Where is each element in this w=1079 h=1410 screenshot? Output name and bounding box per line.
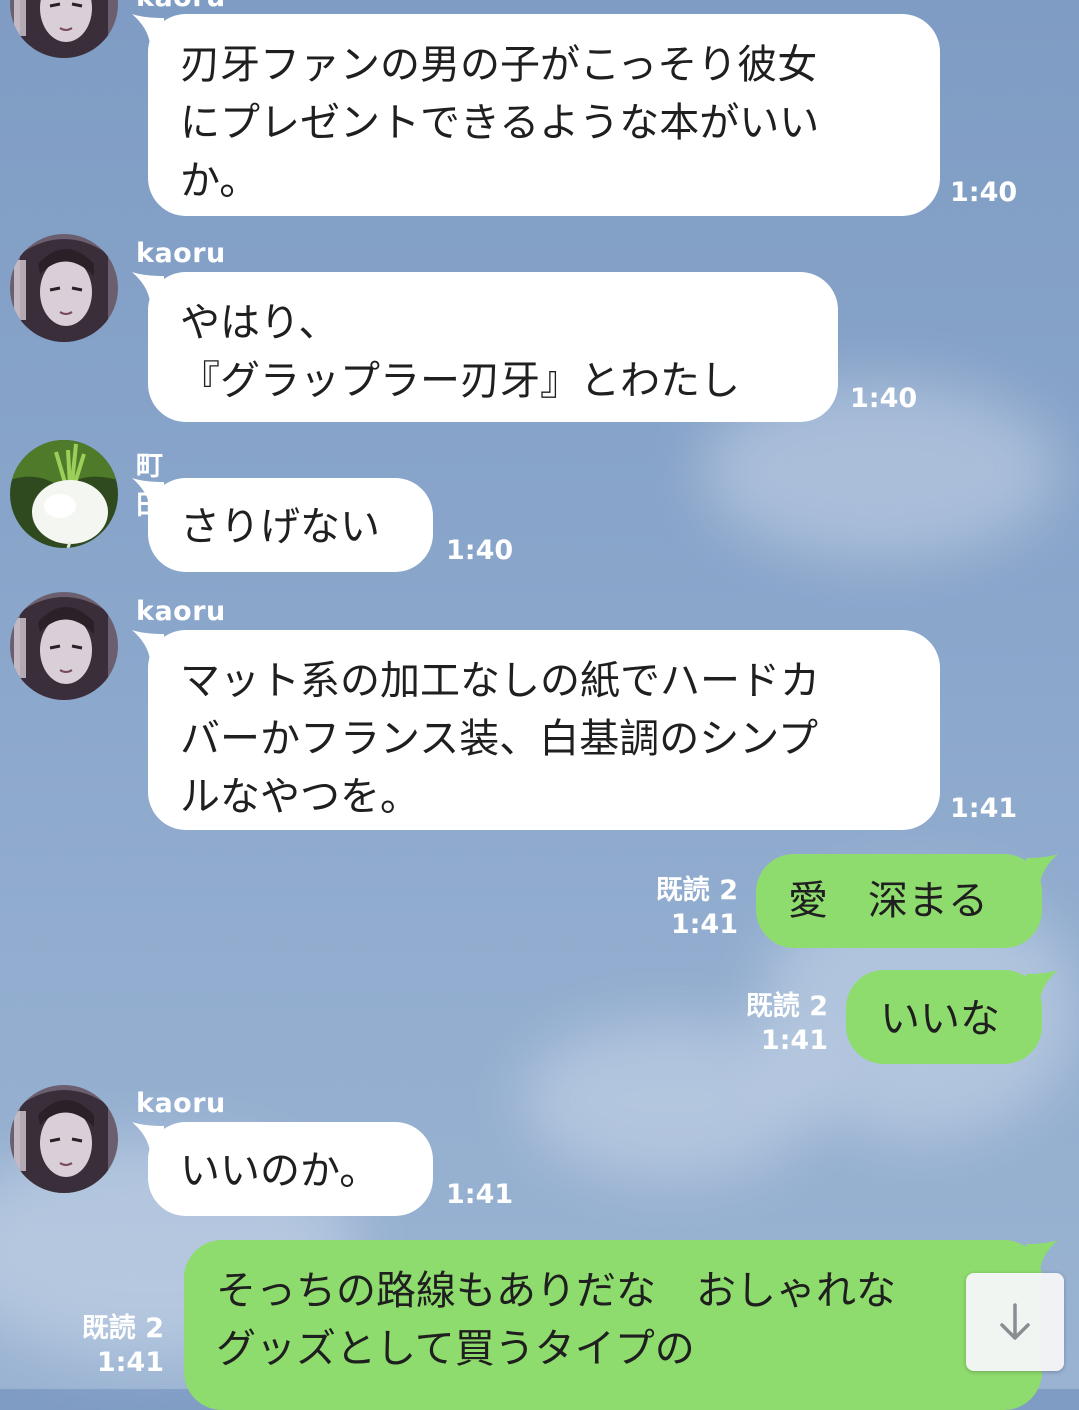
kaoru-avatar-icon bbox=[10, 1085, 118, 1193]
bubble-tail bbox=[1026, 970, 1058, 1000]
message-time: 1:40 bbox=[850, 383, 918, 414]
sender-name: kaoru bbox=[136, 596, 226, 627]
message-bubble[interactable]: 刃牙ファンの男の子がこっそり彼女 にプレゼントできるような本がいい か。 bbox=[148, 14, 940, 216]
message-time: 1:41 bbox=[670, 909, 738, 940]
message-bubble[interactable]: いいな bbox=[846, 970, 1042, 1064]
kaoru-avatar-icon bbox=[10, 592, 118, 700]
bubble-tail bbox=[1026, 854, 1058, 884]
message-time: 1:41 bbox=[96, 1347, 164, 1378]
message-bubble[interactable]: さりげない bbox=[148, 478, 433, 572]
message-time: 1:41 bbox=[760, 1025, 828, 1056]
message-bubble[interactable]: マット系の加工なしの紙でハードカ バーかフランス装、白基調のシンプ ルなやつを。 bbox=[148, 630, 940, 830]
message-bubble[interactable]: いいのか。 bbox=[148, 1122, 433, 1216]
message-time: 1:40 bbox=[446, 535, 514, 566]
read-receipt: 既読 2 bbox=[655, 875, 738, 906]
avatar-machida[interactable] bbox=[10, 440, 118, 548]
message-bubble[interactable]: やはり、 『グラップラー刃牙』とわたし bbox=[148, 272, 838, 422]
message-time: 1:41 bbox=[950, 793, 1018, 824]
sender-name: kaoru bbox=[136, 1088, 226, 1119]
bubble-tail bbox=[1026, 1240, 1058, 1270]
avatar-kaoru[interactable] bbox=[10, 1085, 118, 1193]
avatar-kaoru[interactable] bbox=[10, 592, 118, 700]
message-bubble[interactable]: 愛 深まる bbox=[756, 854, 1042, 948]
avatar-kaoru[interactable] bbox=[10, 0, 118, 58]
turnip-icon bbox=[10, 440, 118, 548]
kaoru-avatar-icon bbox=[10, 0, 118, 58]
kaoru-avatar-icon bbox=[10, 234, 118, 342]
message-time: 1:41 bbox=[446, 1179, 514, 1210]
message-bubble[interactable]: そっちの路線もありだな おしゃれな グッズとして買うタイプの bbox=[184, 1240, 1042, 1410]
read-receipt: 既読 2 bbox=[745, 991, 828, 1022]
arrow-down-icon bbox=[1000, 1303, 1030, 1340]
sender-name: kaoru bbox=[136, 0, 226, 13]
read-receipt: 既読 2 bbox=[81, 1313, 164, 1344]
sender-name: kaoru bbox=[136, 238, 226, 269]
scroll-to-bottom-button[interactable] bbox=[966, 1273, 1064, 1371]
avatar-kaoru[interactable] bbox=[10, 234, 118, 342]
chat-view[interactable]: kaoru 刃牙ファンの男の子がこっそり彼女 にプレゼントできるような本がいい … bbox=[0, 0, 1079, 1410]
message-time: 1:40 bbox=[950, 177, 1018, 208]
